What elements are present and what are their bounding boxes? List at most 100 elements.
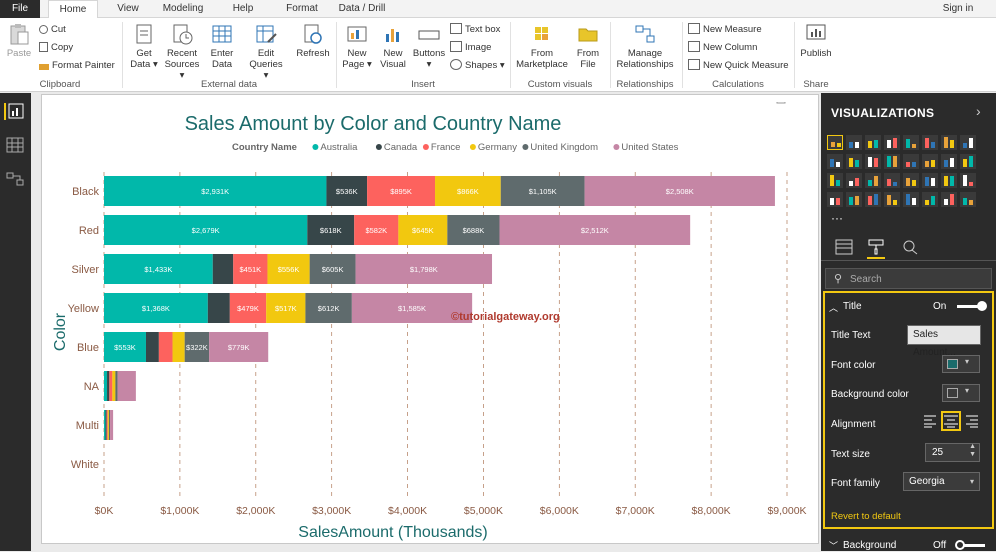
report-view-button[interactable] [4, 103, 25, 120]
legend-item[interactable]: Australia [320, 142, 358, 153]
bar-segment[interactable] [158, 332, 173, 362]
visual-type-icon[interactable] [941, 192, 957, 207]
get-data-button[interactable]: Get Data ▾ [126, 22, 162, 70]
paste-button[interactable]: Paste [4, 22, 34, 59]
align-left-button[interactable] [923, 413, 937, 429]
collapse-chevron-icon[interactable]: › [976, 103, 981, 119]
visual-type-icon[interactable] [922, 173, 938, 188]
tab-modeling[interactable]: Modeling [158, 0, 208, 18]
visual-type-icon[interactable] [922, 135, 938, 150]
tab-data-drill[interactable]: Data / Drill [336, 0, 388, 18]
bar-segment[interactable] [110, 410, 114, 440]
fields-tab[interactable] [835, 239, 853, 255]
font-color-picker[interactable]: ▾ [942, 355, 980, 373]
shapes-button[interactable]: Shapes ▾ [450, 59, 505, 73]
visual-type-icon[interactable] [884, 192, 900, 207]
visual-type-icon[interactable] [884, 154, 900, 169]
bar-segment[interactable] [109, 371, 113, 401]
bar-segment[interactable] [104, 410, 106, 440]
visual-type-icon[interactable] [903, 135, 919, 150]
visual-type-icon[interactable] [903, 154, 919, 169]
cut-button[interactable]: Cut [39, 23, 66, 37]
from-file-button[interactable]: From File [572, 22, 604, 70]
visual-type-icon[interactable] [865, 192, 881, 207]
visual-type-icon[interactable] [941, 154, 957, 169]
model-view-button[interactable] [6, 171, 25, 188]
revert-to-default-link[interactable]: Revert to default [831, 511, 901, 522]
align-right-button[interactable] [965, 413, 979, 429]
visual-type-icon[interactable] [903, 192, 919, 207]
visual-type-icon[interactable] [846, 173, 862, 188]
stacked-bar-chart-visual[interactable]: Sales Amount by Color and Country Name C… [43, 95, 815, 544]
visual-type-icon[interactable] [960, 154, 976, 169]
legend-item[interactable]: Canada [384, 142, 418, 153]
new-quick-measure-button[interactable]: New Quick Measure [688, 59, 789, 73]
legend-item[interactable]: United Kingdom [530, 142, 598, 153]
visual-type-icon[interactable] [884, 135, 900, 150]
bar-segment[interactable] [212, 254, 234, 284]
visual-type-icon[interactable] [865, 154, 881, 169]
bar-segment[interactable] [107, 371, 110, 401]
visual-type-icon[interactable] [846, 135, 862, 150]
bar-segment[interactable] [172, 332, 185, 362]
visual-type-icon[interactable] [922, 192, 938, 207]
text-box-button[interactable]: Text box [450, 23, 500, 37]
format-painter-button[interactable]: Format Painter [39, 59, 115, 73]
new-visual-button[interactable]: New Visual [376, 22, 410, 70]
visual-type-icon[interactable] [827, 192, 843, 207]
enter-data-button[interactable]: Enter Data [204, 22, 240, 70]
tab-help[interactable]: Help [226, 0, 260, 18]
text-size-stepper[interactable]: 25 ▲ ▼ [925, 443, 980, 462]
visual-type-icon[interactable] [903, 173, 919, 188]
more-options-icon[interactable]: ··· [793, 95, 804, 107]
focus-mode-icon[interactable] [776, 95, 786, 104]
legend-item[interactable]: Germany [478, 142, 517, 153]
from-marketplace-button[interactable]: From Marketplace [514, 22, 570, 70]
visual-type-icon[interactable] [827, 173, 843, 188]
bar-segment[interactable] [108, 410, 111, 440]
title-text-input[interactable]: Sales Amount... [907, 325, 981, 358]
bar-segment[interactable] [145, 332, 159, 362]
chevron-up-icon[interactable]: ︿ [829, 301, 838, 314]
visual-type-icon[interactable] [846, 192, 862, 207]
align-center-button[interactable] [941, 411, 961, 431]
tab-format[interactable]: Format [282, 0, 322, 18]
copy-button[interactable]: Copy [39, 41, 73, 55]
recent-sources-button[interactable]: Recent Sources ▾ [162, 22, 202, 81]
visual-type-icon[interactable] [827, 154, 843, 169]
visual-type-icon[interactable] [960, 135, 976, 150]
title-toggle-switch[interactable] [957, 301, 987, 311]
background-toggle-switch[interactable] [955, 540, 985, 550]
visual-type-icon[interactable] [922, 154, 938, 169]
edit-queries-button[interactable]: Edit Queries ▾ [246, 22, 286, 81]
visual-type-icon[interactable] [941, 135, 957, 150]
tab-home[interactable]: Home [48, 0, 98, 19]
bar-segment[interactable] [112, 371, 116, 401]
visual-type-icon[interactable] [941, 173, 957, 188]
buttons-button[interactable]: Buttons ▾ [410, 22, 448, 70]
visual-type-icon[interactable] [846, 154, 862, 169]
font-family-dropdown[interactable]: Georgia ▾ [903, 472, 980, 491]
bar-segment[interactable] [117, 371, 136, 401]
visual-type-icon[interactable] [865, 173, 881, 188]
background-color-picker[interactable]: ▾ [942, 384, 980, 402]
bar-segment[interactable] [105, 410, 107, 440]
visual-type-icon[interactable] [960, 192, 976, 207]
bar-segment[interactable] [115, 371, 118, 401]
bar-segment[interactable] [106, 410, 108, 440]
analytics-tab[interactable] [901, 239, 919, 255]
format-tab[interactable] [867, 239, 885, 259]
bar-segment[interactable] [104, 371, 108, 401]
visual-type-icon[interactable] [884, 173, 900, 188]
image-button[interactable]: Image [450, 41, 491, 55]
visual-type-icon[interactable] [865, 135, 881, 150]
refresh-button[interactable]: Refresh [294, 22, 332, 59]
bar-segment[interactable] [207, 293, 230, 323]
data-view-button[interactable] [6, 137, 25, 154]
stepper-arrows-icon[interactable]: ▲ ▼ [969, 443, 976, 459]
chevron-down-icon[interactable]: ﹀ [829, 539, 838, 552]
new-column-button[interactable]: New Column [688, 41, 757, 55]
new-page-button[interactable]: New Page ▾ [340, 22, 374, 70]
new-measure-button[interactable]: New Measure [688, 23, 762, 37]
legend-item[interactable]: France [431, 142, 461, 153]
